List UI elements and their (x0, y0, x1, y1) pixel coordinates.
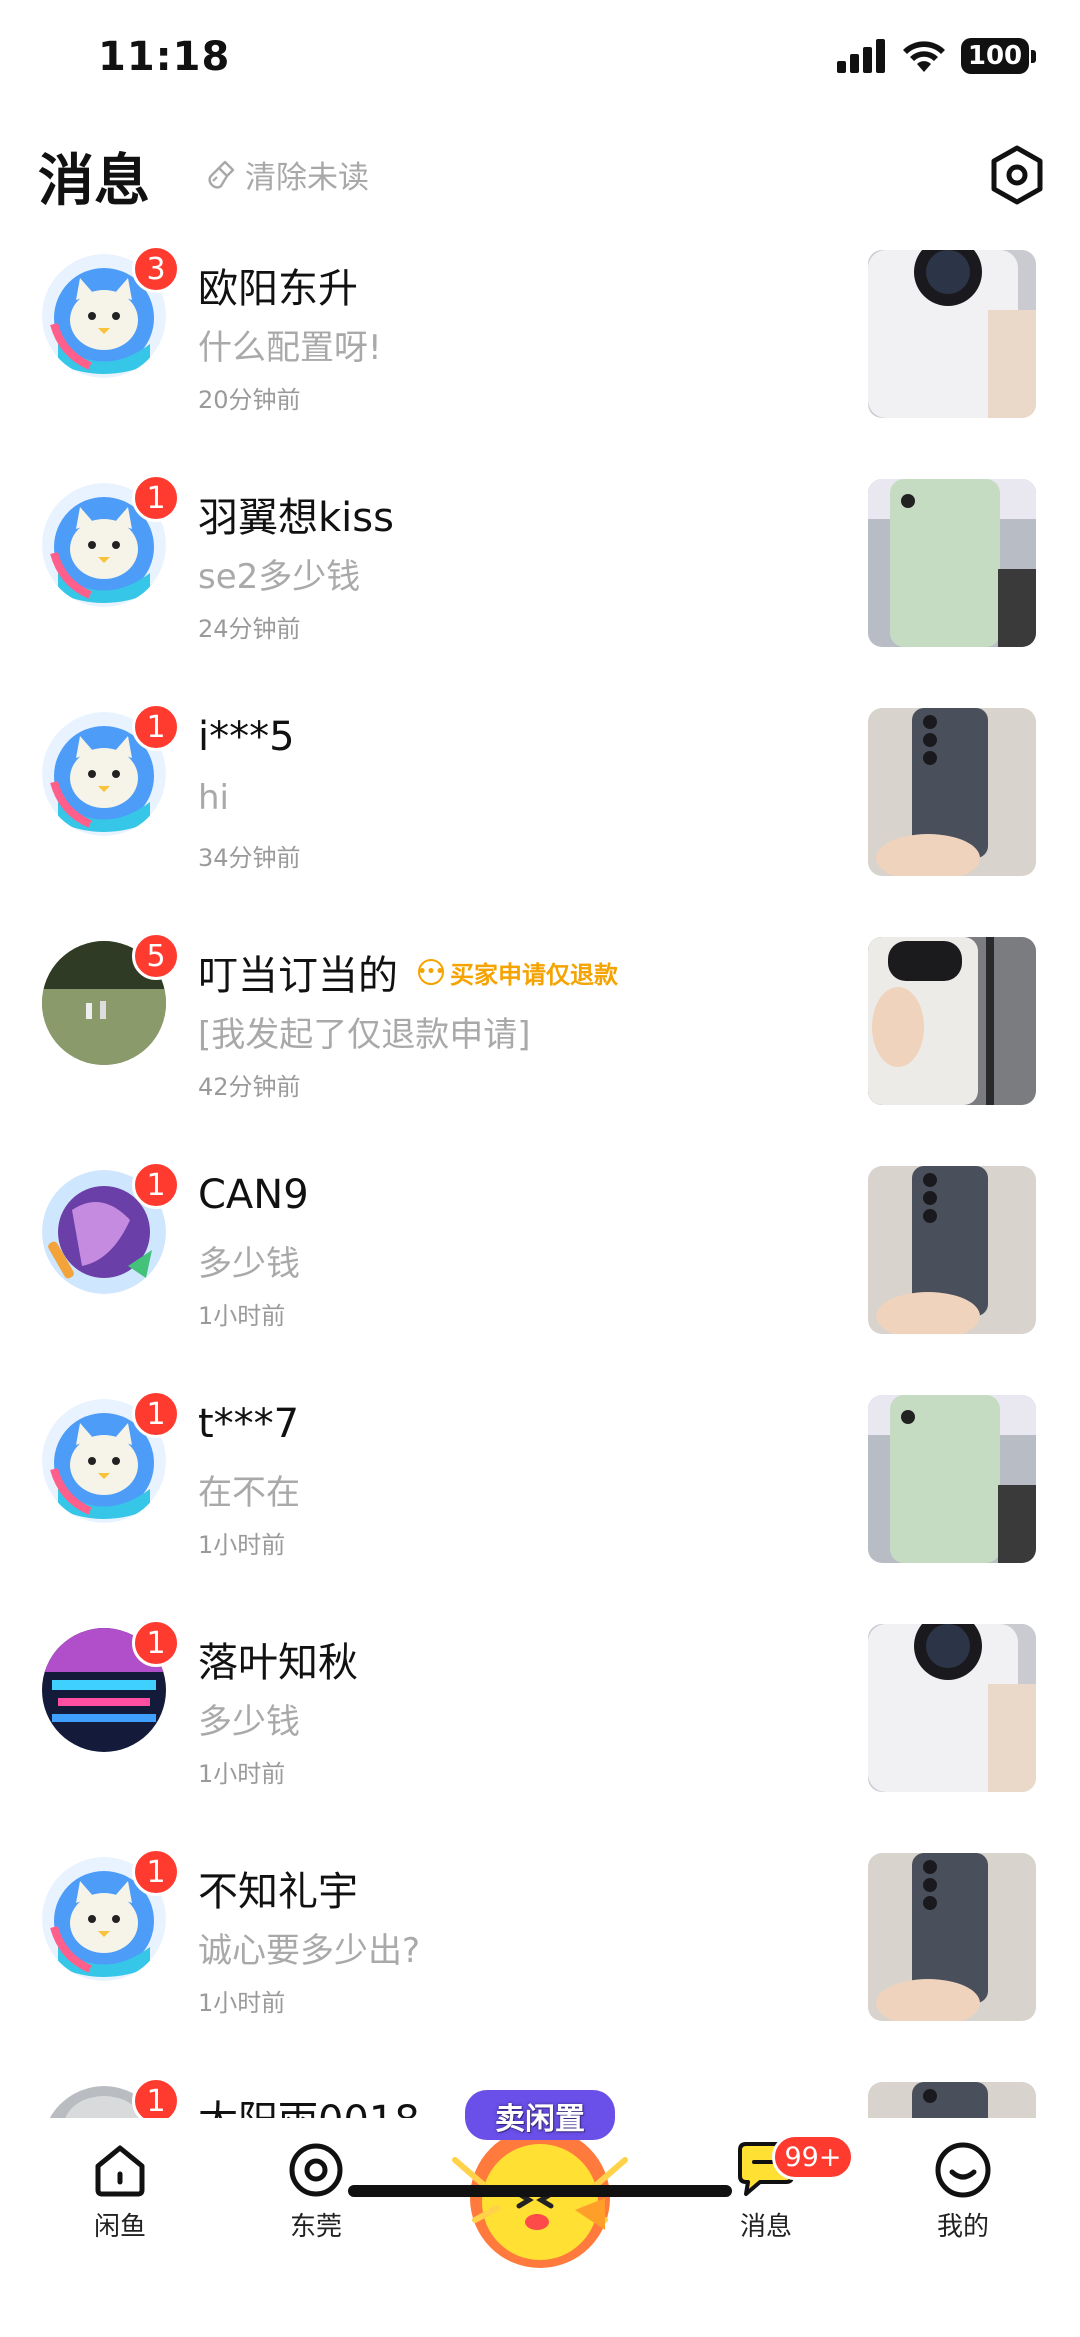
contact-name: 落叶知秋 (198, 1640, 358, 1686)
message-preview: se2多少钱 (198, 557, 361, 597)
message-time: 1小时前 (198, 1302, 286, 1330)
conversation-row[interactable]: 1 羽翼想kiss se2多少钱 24分钟前 (0, 469, 1080, 698)
conversation-row[interactable]: 3 欧阳东升 什么配置呀! 20分钟前 (0, 240, 1080, 469)
conversation-row[interactable]: 5 叮当订当的 ••• 买家申请仅退款 [我发起了仅退款申请] 42分钟前 (0, 927, 1080, 1156)
tab-me[interactable]: 我的 (893, 2140, 1033, 2243)
ellipsis-circle-icon: ••• (418, 959, 444, 985)
item-thumbnail[interactable] (868, 1395, 1036, 1563)
refund-request-tag: ••• 买家申请仅退款 (418, 955, 618, 990)
item-thumbnail[interactable] (868, 1166, 1036, 1334)
unread-badge: 3 (132, 245, 180, 293)
item-thumbnail[interactable] (868, 937, 1036, 1105)
unread-badge: 1 (132, 2077, 180, 2120)
item-thumbnail[interactable] (868, 250, 1036, 418)
contact-name: CAN9 (198, 1172, 309, 1218)
smiley-face-icon (935, 2142, 991, 2198)
status-icons: 100 (837, 38, 1036, 74)
bottom-tab-bar: 闲鱼 东莞 卖闲置 消息 99+ 我的 (0, 2090, 1080, 2337)
battery-level: 100 (961, 38, 1029, 74)
item-thumbnail[interactable] (868, 1853, 1036, 2021)
conversation-row[interactable]: 1 落叶知秋 多少钱 1小时前 (0, 1614, 1080, 1843)
contact-name: i***5 (198, 714, 295, 760)
conversation-row[interactable]: 1 不知礼宇 诚心要多少出? 1小时前 (0, 1843, 1080, 2072)
conversation-row[interactable]: 1 CAN9 多少钱 1小时前 (0, 1156, 1080, 1385)
contact-name: 不知礼宇 (198, 1869, 358, 1915)
unread-badge: 1 (132, 1390, 180, 1438)
message-time: 1小时前 (198, 1531, 286, 1559)
location-pin-icon (289, 2143, 343, 2197)
message-time: 20分钟前 (198, 386, 301, 414)
unread-badge: 5 (132, 932, 180, 980)
item-thumbnail[interactable] (868, 1624, 1036, 1792)
message-preview: hi (198, 778, 229, 818)
message-preview: 在不在 (198, 1473, 300, 1513)
unread-badge: 1 (132, 474, 180, 522)
sell-item-button[interactable]: 卖闲置 (445, 2090, 635, 2270)
tab-home-label: 闲鱼 (93, 2212, 146, 2242)
settings-button[interactable] (984, 142, 1050, 208)
clear-unread-button[interactable]: 清除未读 (205, 152, 369, 197)
settings-hexagon-icon (991, 145, 1043, 205)
tab-local-label: 东莞 (289, 2212, 342, 2242)
tab-messages-label: 消息 (739, 2212, 792, 2242)
sell-button-label: 卖闲置 (495, 2102, 585, 2137)
messages-count-badge: 99+ (772, 2134, 854, 2180)
contact-name: 太阳雨0018 (198, 2088, 420, 2120)
message-time: 34分钟前 (198, 844, 301, 872)
item-thumbnail[interactable] (868, 479, 1036, 647)
conversation-row[interactable]: 1 t***7 在不在 1小时前 (0, 1385, 1080, 1614)
unread-badge: 1 (132, 703, 180, 751)
clear-unread-label: 清除未读 (245, 160, 369, 196)
home-icon (95, 2145, 145, 2197)
status-bar: 11:18 100 (0, 0, 1080, 120)
wifi-icon (903, 41, 945, 72)
conversation-list[interactable]: 3 欧阳东升 什么配置呀! 20分钟前 1 羽翼想kiss se2多少钱 24分… (0, 240, 1080, 2120)
cellular-signal-icon (837, 39, 885, 73)
contact-name: t***7 (198, 1401, 300, 1447)
unread-badge: 1 (132, 1848, 180, 1896)
unread-badge: 1 (132, 1619, 180, 1667)
message-time: 42分钟前 (198, 1073, 301, 1101)
page-title: 消息 (38, 149, 150, 214)
page-header: 消息 清除未读 (0, 120, 1080, 240)
message-preview: [我发起了仅退款申请] (198, 1015, 531, 1055)
message-preview: 诚心要多少出? (198, 1931, 421, 1971)
battery-icon: 100 (961, 38, 1036, 74)
contact-name: 叮当订当的 (198, 953, 398, 999)
unread-badge: 1 (132, 1161, 180, 1209)
home-indicator[interactable] (348, 2185, 732, 2197)
status-time: 11:18 (98, 34, 231, 80)
message-time: 1小时前 (198, 1989, 286, 2017)
tab-me-label: 我的 (936, 2212, 989, 2242)
item-thumbnail[interactable] (868, 2082, 1036, 2120)
item-thumbnail[interactable] (868, 708, 1036, 876)
tab-home[interactable]: 闲鱼 (50, 2140, 190, 2243)
message-preview: 多少钱 (198, 1244, 300, 1284)
contact-name: 羽翼想kiss (198, 495, 394, 541)
broom-icon (208, 160, 235, 189)
message-time: 24分钟前 (198, 615, 301, 643)
contact-name: 欧阳东升 (198, 266, 358, 312)
message-preview: 多少钱 (198, 1702, 300, 1742)
refund-request-label: 买家申请仅退款 (450, 960, 618, 989)
conversation-row[interactable]: 1 i***5 hi 34分钟前 (0, 698, 1080, 927)
message-time: 1小时前 (198, 1760, 286, 1788)
message-preview: 什么配置呀! (198, 328, 382, 368)
